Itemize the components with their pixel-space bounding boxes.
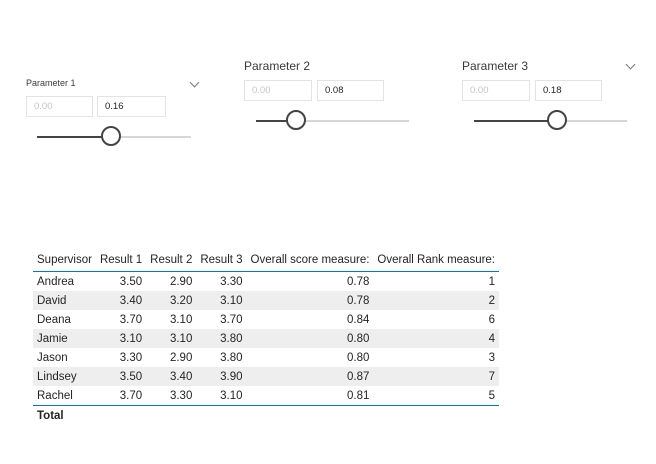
slicer-title: Parameter 1 <box>26 78 76 88</box>
chevron-down-icon[interactable] <box>625 59 636 70</box>
range-min-input[interactable]: 0.00 <box>244 80 312 101</box>
cell-overall-rank: 7 <box>373 367 500 386</box>
cell-result-1: 3.10 <box>95 329 147 348</box>
slicer-title: Parameter 3 <box>462 59 529 73</box>
cell-result-3: 3.10 <box>196 291 247 310</box>
table-row: Rachel 3.70 3.30 3.10 0.81 5 <box>33 386 500 406</box>
table-row: Deana 3.70 3.10 3.70 0.84 6 <box>33 310 500 329</box>
cell-result-1: 3.30 <box>95 348 147 367</box>
slider-fill <box>474 120 557 122</box>
cell-supervisor: Jamie <box>33 329 96 348</box>
cell-overall-rank: 5 <box>373 386 500 406</box>
range-min-input[interactable]: 0.00 <box>26 96 93 117</box>
range-min-input[interactable]: 0.00 <box>462 80 530 101</box>
cell-result-1: 3.70 <box>95 386 147 406</box>
cell-overall-rank: 6 <box>373 310 500 329</box>
table-row: Jamie 3.10 3.10 3.80 0.80 4 <box>33 329 500 348</box>
cell-overall-score: 0.87 <box>246 367 374 386</box>
total-cell <box>95 405 147 425</box>
slicer-title: Parameter 2 <box>244 59 311 73</box>
slider-track[interactable] <box>256 110 409 130</box>
chevron-down-icon[interactable] <box>189 77 200 88</box>
cell-result-2: 3.20 <box>146 291 197 310</box>
slider-handle[interactable] <box>285 110 306 130</box>
total-cell <box>246 405 374 425</box>
cell-result-3: 3.70 <box>196 310 247 329</box>
table-row: Lindsey 3.50 3.40 3.90 0.87 7 <box>33 367 500 386</box>
results-table: Supervisor Result 1 Result 2 Result 3 Ov… <box>33 244 500 425</box>
parameter-2-slicer: Parameter 2 0.00 0.08 <box>244 59 424 139</box>
cell-overall-rank: 3 <box>373 348 500 367</box>
cell-overall-rank: 4 <box>373 329 500 348</box>
table-row: Jason 3.30 2.90 3.80 0.80 3 <box>33 348 500 367</box>
header-row: Supervisor Result 1 Result 2 Result 3 Ov… <box>33 244 500 272</box>
range-max-input[interactable]: 0.16 <box>97 96 166 117</box>
cell-result-3: 3.30 <box>196 271 247 291</box>
total-label: Total <box>33 405 96 425</box>
cell-result-2: 2.90 <box>146 348 197 367</box>
cell-result-1: 3.50 <box>95 367 147 386</box>
table-row: David 3.40 3.20 3.10 0.78 2 <box>33 291 500 310</box>
cell-result-1: 3.40 <box>95 291 147 310</box>
cell-overall-score: 0.84 <box>246 310 374 329</box>
cell-overall-rank: 2 <box>373 291 500 310</box>
column-header-overall-score[interactable]: Overall score measure: <box>246 244 374 272</box>
slider-handle[interactable] <box>100 126 121 146</box>
cell-result-2: 2.90 <box>146 271 197 291</box>
slider-track[interactable] <box>474 110 627 130</box>
cell-result-3: 3.80 <box>196 348 247 367</box>
cell-result-1: 3.50 <box>95 271 147 291</box>
parameter-1-slicer: Parameter 1 0.00 0.16 <box>26 77 206 148</box>
range-max-input[interactable]: 0.08 <box>317 80 384 101</box>
total-cell <box>373 405 500 425</box>
cell-result-2: 3.10 <box>146 329 197 348</box>
parameter-3-slicer: Parameter 3 0.00 0.18 <box>462 59 642 139</box>
cell-overall-score: 0.80 <box>246 329 374 348</box>
table-row: Andrea 3.50 2.90 3.30 0.78 1 <box>33 271 500 291</box>
cell-overall-score: 0.78 <box>246 291 374 310</box>
cell-supervisor: Jason <box>33 348 96 367</box>
slider-fill <box>37 136 111 138</box>
cell-supervisor: Andrea <box>33 271 96 291</box>
cell-result-3: 3.80 <box>196 329 247 348</box>
cell-result-2: 3.30 <box>146 386 197 406</box>
range-max-input[interactable]: 0.18 <box>535 80 602 101</box>
cell-overall-score: 0.81 <box>246 386 374 406</box>
cell-overall-score: 0.78 <box>246 271 374 291</box>
total-cell <box>196 405 247 425</box>
column-header-overall-rank[interactable]: Overall Rank measure: <box>373 244 500 272</box>
column-header-result-3[interactable]: Result 3 <box>196 244 247 272</box>
cell-result-3: 3.90 <box>196 367 247 386</box>
slider-handle[interactable] <box>546 110 567 130</box>
slider-track[interactable] <box>37 126 191 146</box>
cell-overall-rank: 1 <box>373 271 500 291</box>
cell-result-2: 3.10 <box>146 310 197 329</box>
cell-result-3: 3.10 <box>196 386 247 406</box>
column-header-result-1[interactable]: Result 1 <box>95 244 147 272</box>
total-row: Total <box>33 405 500 425</box>
cell-result-2: 3.40 <box>146 367 197 386</box>
column-header-result-2[interactable]: Result 2 <box>146 244 197 272</box>
cell-supervisor: Lindsey <box>33 367 96 386</box>
cell-supervisor: Rachel <box>33 386 96 406</box>
total-cell <box>146 405 197 425</box>
cell-supervisor: David <box>33 291 96 310</box>
cell-result-1: 3.70 <box>95 310 147 329</box>
cell-overall-score: 0.80 <box>246 348 374 367</box>
column-header-supervisor[interactable]: Supervisor <box>33 244 96 272</box>
cell-supervisor: Deana <box>33 310 96 329</box>
